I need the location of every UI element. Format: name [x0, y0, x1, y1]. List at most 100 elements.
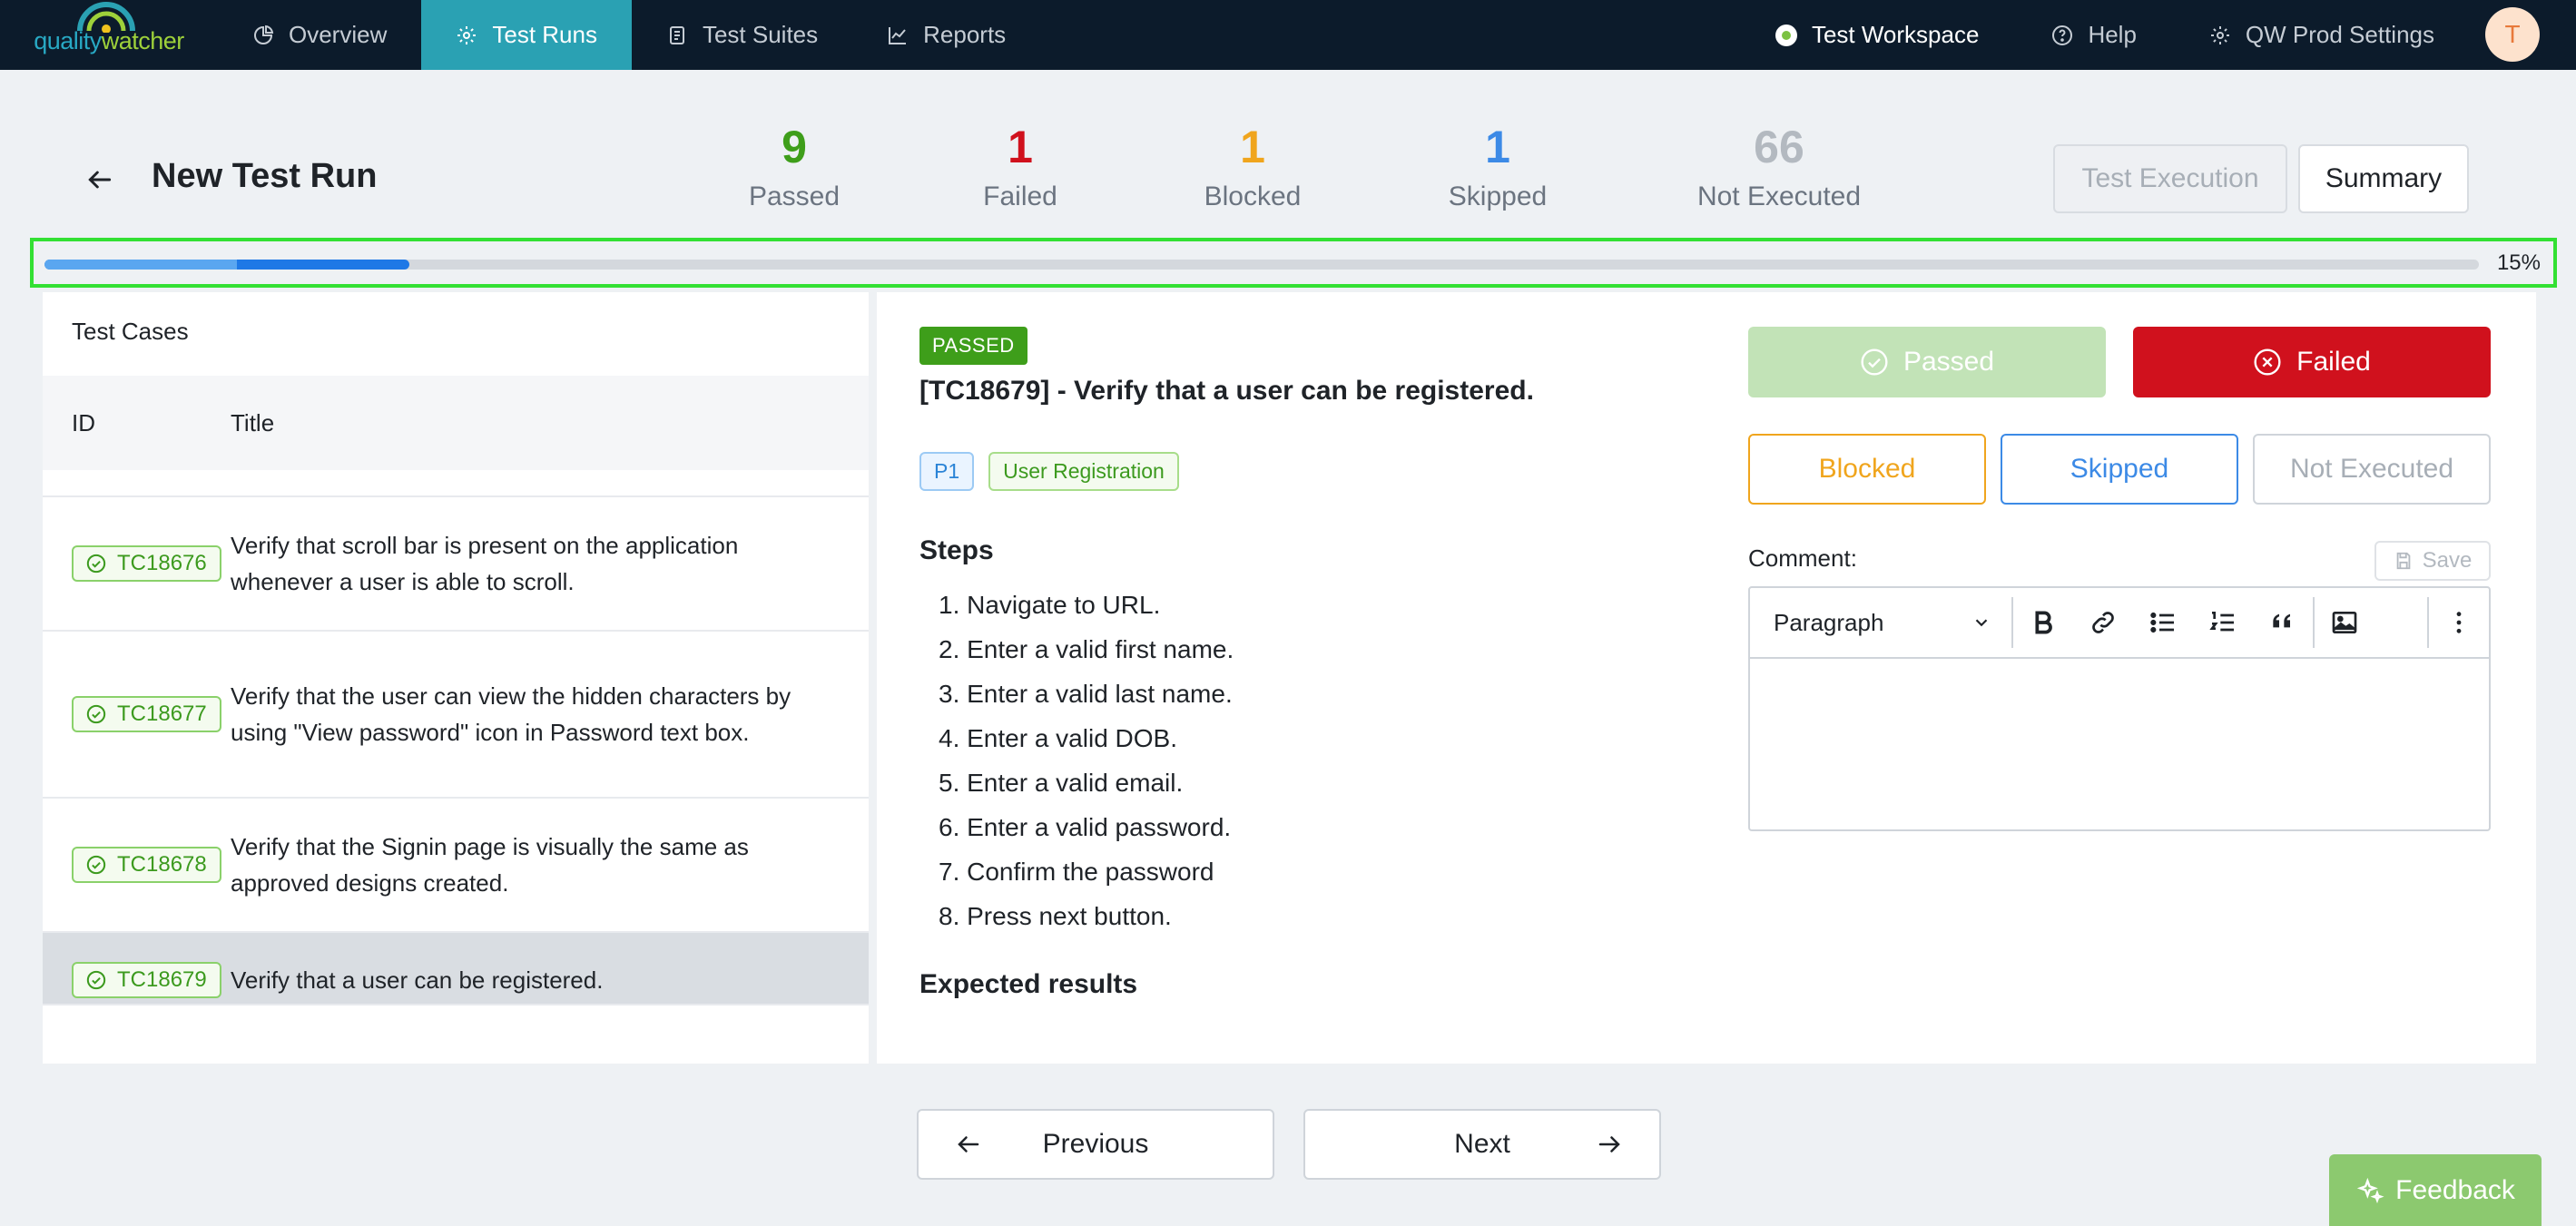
back-button[interactable]	[82, 162, 118, 198]
settings-gear-icon	[2210, 25, 2229, 44]
step-item: 5. Enter a valid email.	[939, 769, 1184, 797]
bold-button[interactable]	[2013, 597, 2073, 648]
stat-skipped-value: 1	[1485, 122, 1510, 172]
progress-track	[44, 260, 2479, 270]
pie-chart-icon	[254, 25, 274, 44]
summary-button[interactable]: Summary	[2298, 144, 2469, 213]
priority-tag: P1	[919, 452, 975, 491]
mark-not-executed-button[interactable]: Not Executed	[2253, 434, 2491, 505]
stat-passed: 9 Passed	[749, 120, 840, 212]
nav-reports[interactable]: Reports	[852, 0, 1040, 70]
comment-textarea[interactable]	[1750, 659, 2489, 829]
logo-arc-icon	[77, 2, 135, 33]
link-button[interactable]	[2073, 597, 2133, 648]
progress-fill-highlight	[44, 260, 237, 270]
test-case-heading: [TC18679] - Verify that a user can be re…	[919, 376, 1534, 406]
check-circle-icon	[1861, 348, 1888, 376]
mark-failed-button[interactable]: Failed	[2133, 327, 2491, 397]
stat-failed-value: 1	[1008, 122, 1033, 172]
bulleted-list-icon	[2150, 612, 2174, 633]
stat-skipped-label: Skipped	[1448, 181, 1548, 211]
nav-test-suites[interactable]: Test Suites	[632, 0, 852, 70]
numbered-list-button[interactable]	[2193, 597, 2253, 648]
table-row-selected[interactable]: TC18679 Verify that a user can be regist…	[43, 933, 869, 1005]
save-comment-button[interactable]: Save	[2374, 541, 2491, 581]
previous-button[interactable]: Previous	[917, 1109, 1274, 1180]
nav-help[interactable]: Help	[2015, 0, 2172, 70]
stat-blocked-label: Blocked	[1204, 181, 1302, 211]
status-badge: PASSED	[919, 327, 1027, 365]
steps-list: 1. Navigate to URL. 2. Enter a valid fir…	[939, 583, 1234, 938]
editor-toolbar: Paragraph	[1750, 588, 2489, 659]
step-item: 6. Enter a valid password.	[939, 813, 1232, 841]
test-cases-panel: Test Cases ID Title TC18676 Verify that …	[43, 292, 869, 1064]
bulleted-list-button[interactable]	[2133, 597, 2193, 648]
workspace-dot-icon	[1775, 24, 1797, 46]
image-button[interactable]	[2315, 597, 2374, 648]
x-circle-icon	[2254, 348, 2281, 376]
table-header: ID Title	[43, 376, 869, 470]
tc-id-badge: TC18677	[72, 696, 221, 732]
category-tag: User Registration	[988, 452, 1179, 491]
nav-test-runs[interactable]: Test Runs	[421, 0, 632, 70]
check-circle-icon	[86, 855, 106, 875]
feedback-button[interactable]: Feedback	[2329, 1154, 2542, 1226]
test-execution-button[interactable]: Test Execution	[2053, 144, 2287, 213]
col-id: ID	[72, 408, 95, 436]
document-icon	[669, 25, 684, 44]
steps-title: Steps	[919, 535, 994, 565]
check-circle-icon	[86, 704, 106, 724]
blockquote-button[interactable]	[2253, 597, 2313, 648]
nav-overview[interactable]: Overview	[218, 0, 421, 70]
mark-passed-button[interactable]: Passed	[1748, 327, 2106, 397]
tc-title: Verify that scroll bar is present on the…	[231, 532, 739, 595]
next-button[interactable]: Next	[1303, 1109, 1661, 1180]
expected-results-title: Expected results	[919, 969, 1138, 999]
arrow-left-icon	[958, 1136, 979, 1152]
mark-skipped-button[interactable]: Skipped	[2001, 434, 2238, 505]
test-detail-panel: PASSED [TC18679] - Verify that a user ca…	[877, 292, 2536, 1064]
table-row[interactable]: TC18677 Verify that the user can view th…	[43, 632, 869, 799]
image-icon	[2332, 612, 2357, 633]
save-icon	[2396, 552, 2410, 570]
step-item: 4. Enter a valid DOB.	[939, 724, 1178, 752]
chevron-down-icon	[1975, 619, 1988, 627]
more-options-button[interactable]	[2429, 597, 2489, 648]
logo[interactable]: qualitywatcher	[0, 0, 218, 70]
quote-icon	[2273, 613, 2290, 628]
gear-icon	[457, 25, 477, 44]
line-chart-icon	[889, 26, 907, 44]
stat-failed: 1 Failed	[983, 120, 1057, 212]
link-icon	[2092, 612, 2114, 633]
table-row[interactable]: TC18678 Verify that the Signin page is v…	[43, 799, 869, 933]
bold-icon	[2035, 611, 2052, 634]
avatar[interactable]: T	[2485, 7, 2540, 62]
tc-id-badge: TC18679	[72, 962, 221, 998]
paragraph-select[interactable]: Paragraph	[1750, 597, 2013, 648]
stat-not-executed: 66 Not Executed	[1697, 120, 1861, 212]
stat-blocked-value: 1	[1240, 122, 1265, 172]
tc-id-badge: TC18678	[72, 847, 221, 883]
help-icon	[2052, 25, 2073, 45]
stat-passed-label: Passed	[748, 181, 841, 211]
workspace-selector[interactable]: Test Workspace	[1739, 0, 2015, 70]
check-circle-icon	[86, 554, 106, 574]
nav-settings[interactable]: QW Prod Settings	[2173, 0, 2471, 70]
tc-title: Verify that the Signin page is visually …	[231, 833, 749, 897]
tags: P1 User Registration	[919, 452, 1179, 491]
step-item: 8. Press next button.	[939, 902, 1172, 930]
sparkle-icon	[2356, 1177, 2384, 1203]
step-item: 1. Navigate to URL.	[939, 591, 1161, 619]
progress-percent: 15%	[2496, 250, 2541, 275]
arrow-left-icon	[88, 171, 112, 189]
step-item: 7. Confirm the password	[939, 858, 1214, 886]
top-nav: qualitywatcher Overview Test Runs Test S…	[0, 0, 2576, 70]
stat-skipped: 1 Skipped	[1449, 120, 1547, 212]
table-row[interactable]: TC18676 Verify that scroll bar is presen…	[43, 497, 869, 632]
comment-editor: Paragraph	[1748, 586, 2491, 831]
page-title: New Test Run	[152, 157, 378, 195]
tc-title: Verify that a user can be registered.	[231, 966, 604, 994]
mark-blocked-button[interactable]: Blocked	[1748, 434, 1986, 505]
step-item: 2. Enter a valid first name.	[939, 635, 1234, 663]
stat-not-executed-value: 66	[1754, 122, 1804, 172]
